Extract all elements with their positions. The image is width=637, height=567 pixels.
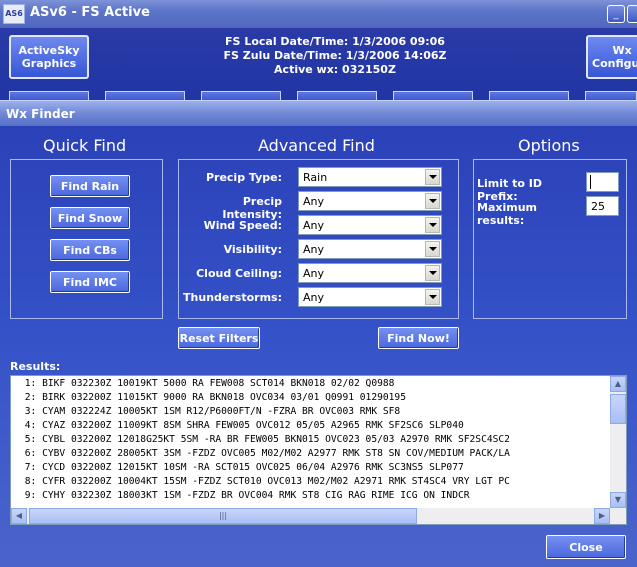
vertical-scroll-thumb[interactable] bbox=[610, 394, 626, 424]
results-list[interactable]: 1: BIKF 032230Z 10019KT 5000 RA FEW008 S… bbox=[10, 375, 627, 525]
precip-intensity-label: Precip Intensity: bbox=[222, 195, 282, 221]
result-line[interactable]: 5: CYBL 032200Z 12018G25KT 5SM -RA BR FE… bbox=[19, 434, 510, 445]
result-line[interactable]: 1: BIKF 032230Z 10019KT 5000 RA FEW008 S… bbox=[19, 378, 395, 389]
visibility-label: Visibility: bbox=[223, 243, 282, 256]
find-cbs-button[interactable]: Find CBs bbox=[50, 239, 130, 261]
quick-find-heading: Quick Find bbox=[43, 136, 127, 155]
find-now-button[interactable]: Find Now! bbox=[378, 327, 459, 349]
scroll-up-icon[interactable]: ▲ bbox=[610, 376, 626, 392]
scroll-right-icon[interactable]: ▶ bbox=[594, 508, 610, 524]
precip-type-select[interactable]: Rain bbox=[298, 167, 442, 187]
wind-speed-label: Wind Speed: bbox=[203, 219, 282, 232]
cloud-ceiling-label: Cloud Ceiling: bbox=[196, 267, 282, 280]
dialog-title-bar: Wx Finder bbox=[0, 100, 637, 126]
minimize-button[interactable]: _ bbox=[607, 5, 625, 23]
max-results-label: Maximum results: bbox=[477, 201, 537, 227]
result-line[interactable]: 8: CYFR 032200Z 10004KT 15SM -FZDZ SCT01… bbox=[19, 476, 510, 487]
find-snow-button[interactable]: Find Snow bbox=[50, 207, 130, 229]
fs-local-time: FS Local Date/Time: 1/3/2006 09:06 bbox=[225, 35, 445, 48]
cloud-ceiling-value: Any bbox=[303, 267, 325, 280]
wx-finder-dialog: Wx Finder Quick Find Find Rain Find Snow… bbox=[0, 100, 637, 567]
result-line[interactable]: 4: CYAZ 032200Z 11009KT 8SM SHRA FEW005 … bbox=[19, 420, 464, 431]
horizontal-scroll-thumb[interactable]: ||| bbox=[29, 508, 417, 524]
dropdown-arrow-icon[interactable] bbox=[425, 289, 440, 305]
wind-speed-select[interactable]: Any bbox=[298, 215, 442, 235]
main-title-bar: AS6 ASv6 - FS Active _ bbox=[0, 0, 637, 29]
result-line[interactable]: 7: CYCD 032200Z 12015KT 10SM -RA SCT015 … bbox=[19, 462, 464, 473]
max-results-input[interactable]: 25 bbox=[586, 196, 619, 216]
window-title: ASv6 - FS Active bbox=[30, 5, 150, 20]
scroll-down-icon[interactable]: ▼ bbox=[610, 492, 626, 508]
dialog-title: Wx Finder bbox=[6, 107, 75, 121]
advanced-find-heading: Advanced Find bbox=[258, 136, 375, 155]
precip-type-label: Precip Type: bbox=[205, 171, 282, 184]
id-prefix-label: Limit to ID Prefix: bbox=[477, 177, 542, 203]
find-imc-button[interactable]: Find IMC bbox=[50, 271, 130, 293]
thunderstorms-select[interactable]: Any bbox=[298, 287, 442, 307]
visibility-select[interactable]: Any bbox=[298, 239, 442, 259]
result-line[interactable]: 2: BIRK 032200Z 11015KT 9000 RA BKN018 O… bbox=[19, 392, 406, 403]
app-logo-icon: AS6 bbox=[3, 4, 25, 24]
precip-intensity-value: Any bbox=[303, 195, 325, 208]
dropdown-arrow-icon[interactable] bbox=[425, 193, 440, 209]
dropdown-arrow-icon[interactable] bbox=[425, 217, 440, 233]
scrollbar-corner bbox=[610, 508, 626, 524]
find-rain-button[interactable]: Find Rain bbox=[50, 175, 130, 197]
vertical-scrollbar[interactable]: ▲ ▼ bbox=[610, 376, 626, 508]
scroll-left-icon[interactable]: ◀ bbox=[11, 508, 27, 524]
maximize-button[interactable] bbox=[627, 5, 637, 23]
thunderstorms-value: Any bbox=[303, 291, 325, 304]
wx-configure-button[interactable]: Wx Configure bbox=[586, 35, 637, 79]
results-label: Results: bbox=[10, 360, 61, 373]
options-heading: Options bbox=[518, 136, 580, 155]
wind-speed-value: Any bbox=[303, 219, 325, 232]
close-button[interactable]: Close bbox=[546, 535, 626, 559]
thunderstorms-label: Thunderstorms: bbox=[183, 291, 282, 304]
activesky-graphics-button[interactable]: ActiveSky Graphics bbox=[9, 35, 89, 79]
horizontal-scrollbar[interactable]: ◀ ||| ▶ bbox=[11, 508, 610, 524]
dropdown-arrow-icon[interactable] bbox=[425, 241, 440, 257]
dropdown-arrow-icon[interactable] bbox=[425, 265, 440, 281]
visibility-value: Any bbox=[303, 243, 325, 256]
reset-filters-button[interactable]: Reset Filters bbox=[178, 327, 260, 349]
fs-zulu-time: FS Zulu Date/Time: 1/3/2006 14:06Z bbox=[223, 49, 447, 62]
fs-info: FS Local Date/Time: 1/3/2006 09:06 FS Zu… bbox=[210, 35, 460, 77]
result-line[interactable]: 6: CYBV 032200Z 28005KT 3SM -FZDZ OVC005… bbox=[19, 448, 510, 459]
precip-intensity-select[interactable]: Any bbox=[298, 191, 442, 211]
active-wx: Active wx: 032150Z bbox=[274, 63, 396, 76]
text-cursor bbox=[590, 175, 591, 189]
result-line[interactable]: 9: CYHY 032230Z 18003KT 1SM -FZDZ BR OVC… bbox=[19, 490, 470, 501]
cloud-ceiling-select[interactable]: Any bbox=[298, 263, 442, 283]
precip-type-value: Rain bbox=[303, 171, 328, 184]
result-line[interactable]: 3: CYAM 032224Z 10005KT 1SM R12/P6000FT/… bbox=[19, 406, 400, 417]
dropdown-arrow-icon[interactable] bbox=[425, 169, 440, 185]
